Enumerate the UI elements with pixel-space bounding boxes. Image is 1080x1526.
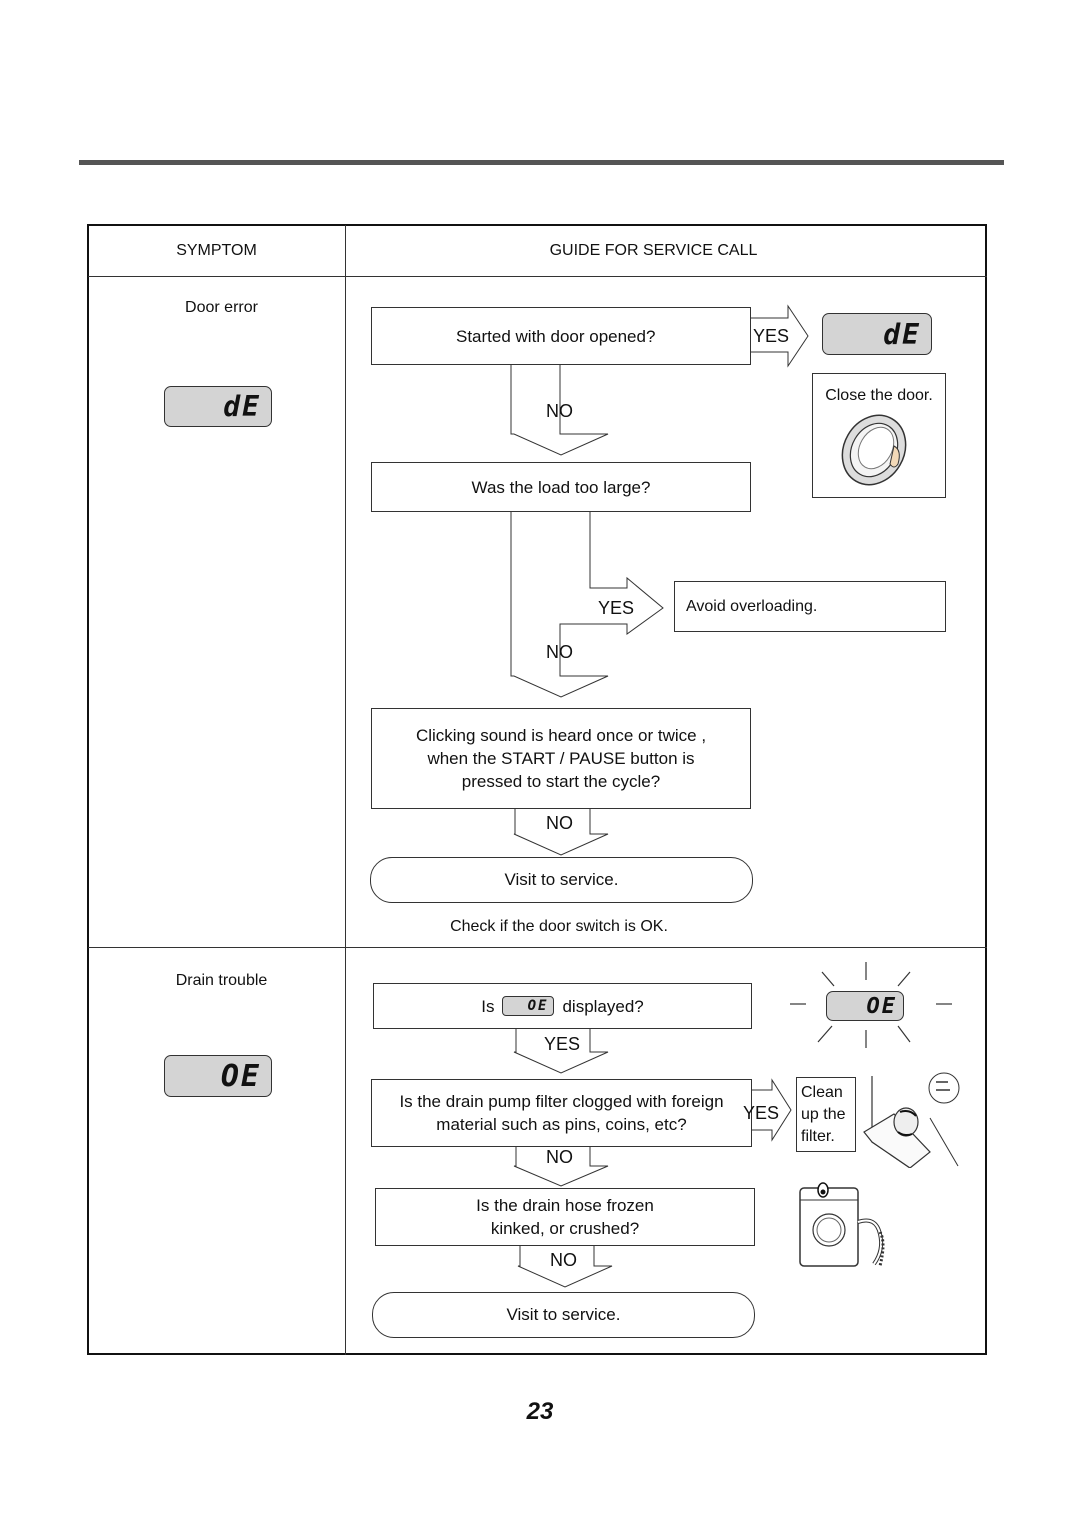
- question-oe-displayed: Is OE displayed?: [373, 983, 752, 1029]
- question-line: material such as pins, coins, etc?: [436, 1115, 687, 1134]
- symptom-drain-trouble: Drain trouble: [175, 972, 268, 989]
- drain-error-display-icon: OE: [164, 1055, 272, 1097]
- question-hose-frozen: Is the drain hose frozen kinked, or crus…: [375, 1188, 755, 1246]
- arrow-q2-path: [510, 512, 664, 698]
- question-prefix: Is: [481, 996, 495, 1016]
- question-line: Is the drain pump filter clogged with fo…: [399, 1092, 724, 1111]
- action-avoid-overloading: Avoid overloading.: [674, 581, 946, 632]
- flashing-oe-display-icon: OE: [826, 991, 904, 1021]
- symptom-door-error: Door error: [185, 299, 258, 316]
- no-label: NO: [550, 1250, 577, 1270]
- question-line: Is the drain hose frozen: [476, 1196, 654, 1215]
- action-avoid-overloading-text: Avoid overloading.: [686, 598, 818, 615]
- action-clean-filter: Clean up the filter.: [796, 1077, 856, 1152]
- yes-label: YES: [598, 598, 635, 618]
- question-door-opened-text: Started with door opened?: [456, 326, 656, 346]
- door-switch-note: Check if the door switch is OK.: [450, 918, 668, 935]
- question-clicking-sound: Clicking sound is heard once or twice , …: [371, 708, 751, 809]
- door-error-display-icon: dE: [164, 386, 272, 427]
- question-line: when the START / PAUSE button is: [427, 749, 695, 768]
- drain-filter-illustration-icon: [863, 1072, 960, 1168]
- yes-label: YES: [743, 1103, 780, 1123]
- question-line: Clicking sound is heard once or twice ,: [415, 726, 707, 745]
- door-error-display-icon: dE: [822, 313, 932, 355]
- question-door-opened: Started with door opened?: [371, 307, 751, 365]
- action-line: up the: [801, 1105, 846, 1123]
- no-label: NO: [546, 1147, 573, 1167]
- result-visit-service-text: Visit to service.: [506, 1305, 621, 1324]
- question-load-too-large-text: Was the load too large?: [471, 477, 651, 497]
- no-label: NO: [546, 401, 573, 421]
- question-suffix: displayed?: [562, 996, 644, 1016]
- washer-door-icon: [841, 414, 907, 486]
- result-visit-service-text: Visit to service.: [504, 870, 619, 889]
- result-visit-service: Visit to service.: [372, 1292, 755, 1338]
- question-line: kinked, or crushed?: [490, 1219, 640, 1238]
- question-load-too-large: Was the load too large?: [371, 462, 751, 512]
- question-filter-clogged: Is the drain pump filter clogged with fo…: [371, 1079, 752, 1147]
- no-label: NO: [546, 813, 573, 833]
- no-label: NO: [546, 642, 573, 662]
- page-number: 23: [526, 1398, 554, 1425]
- action-close-door-text: Close the door.: [825, 387, 933, 404]
- washer-hose-illustration-icon: [799, 1182, 885, 1267]
- action-line: filter.: [801, 1127, 835, 1145]
- inline-oe-display-icon: OE: [502, 996, 555, 1016]
- yes-label: YES: [544, 1034, 581, 1054]
- action-line: Clean: [801, 1083, 843, 1101]
- result-visit-service: Visit to service.: [370, 857, 753, 903]
- yes-label: YES: [753, 326, 790, 346]
- question-line: pressed to start the cycle?: [461, 772, 661, 791]
